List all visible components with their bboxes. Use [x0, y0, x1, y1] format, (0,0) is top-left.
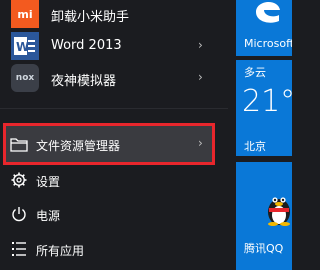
- tile-label: 腾讯QQ: [244, 242, 284, 255]
- weather-city: 北京: [244, 140, 266, 153]
- highlight-box: [3, 123, 215, 165]
- weather-temperature: 21°: [242, 84, 292, 119]
- nox-icon: nox: [11, 64, 39, 92]
- app-label: 夜神模拟器: [51, 74, 117, 89]
- svg-text:W: W: [16, 40, 29, 54]
- power-label: 电源: [36, 209, 61, 223]
- list-icon: [10, 240, 28, 258]
- settings-item[interactable]: 设置: [0, 165, 228, 195]
- app-label: 卸载小米助手: [51, 10, 130, 25]
- power-icon: [10, 205, 28, 223]
- tile-tencent-qq[interactable]: 腾讯QQ: [236, 162, 292, 270]
- tile-label: Microsoft: [244, 37, 292, 50]
- tile-weather[interactable]: 多云 21° 北京: [236, 60, 292, 156]
- all-apps-label: 所有应用: [36, 244, 85, 258]
- start-menu-left-pane: mi 卸载小米助手 W Word 2013 › nox 夜神模拟器 › 文件资源…: [0, 0, 228, 270]
- mi-icon: mi: [11, 0, 39, 28]
- power-item[interactable]: 电源: [0, 199, 228, 229]
- all-apps-item[interactable]: 所有应用: [0, 234, 228, 264]
- word-icon: W: [11, 32, 39, 60]
- weather-condition: 多云: [244, 66, 266, 79]
- qq-penguin-icon: [268, 197, 290, 226]
- chevron-right-icon[interactable]: ›: [198, 38, 203, 52]
- settings-label: 设置: [36, 175, 61, 189]
- gear-icon: [10, 171, 28, 189]
- divider: [0, 108, 228, 109]
- tile-microsoft-edge[interactable]: Microsoft: [236, 0, 292, 56]
- app-item-nox-emulator[interactable]: nox 夜神模拟器 ›: [0, 58, 228, 98]
- app-label: Word 2013: [51, 38, 122, 53]
- chevron-right-icon[interactable]: ›: [198, 70, 203, 84]
- edge-icon: [256, 1, 280, 23]
